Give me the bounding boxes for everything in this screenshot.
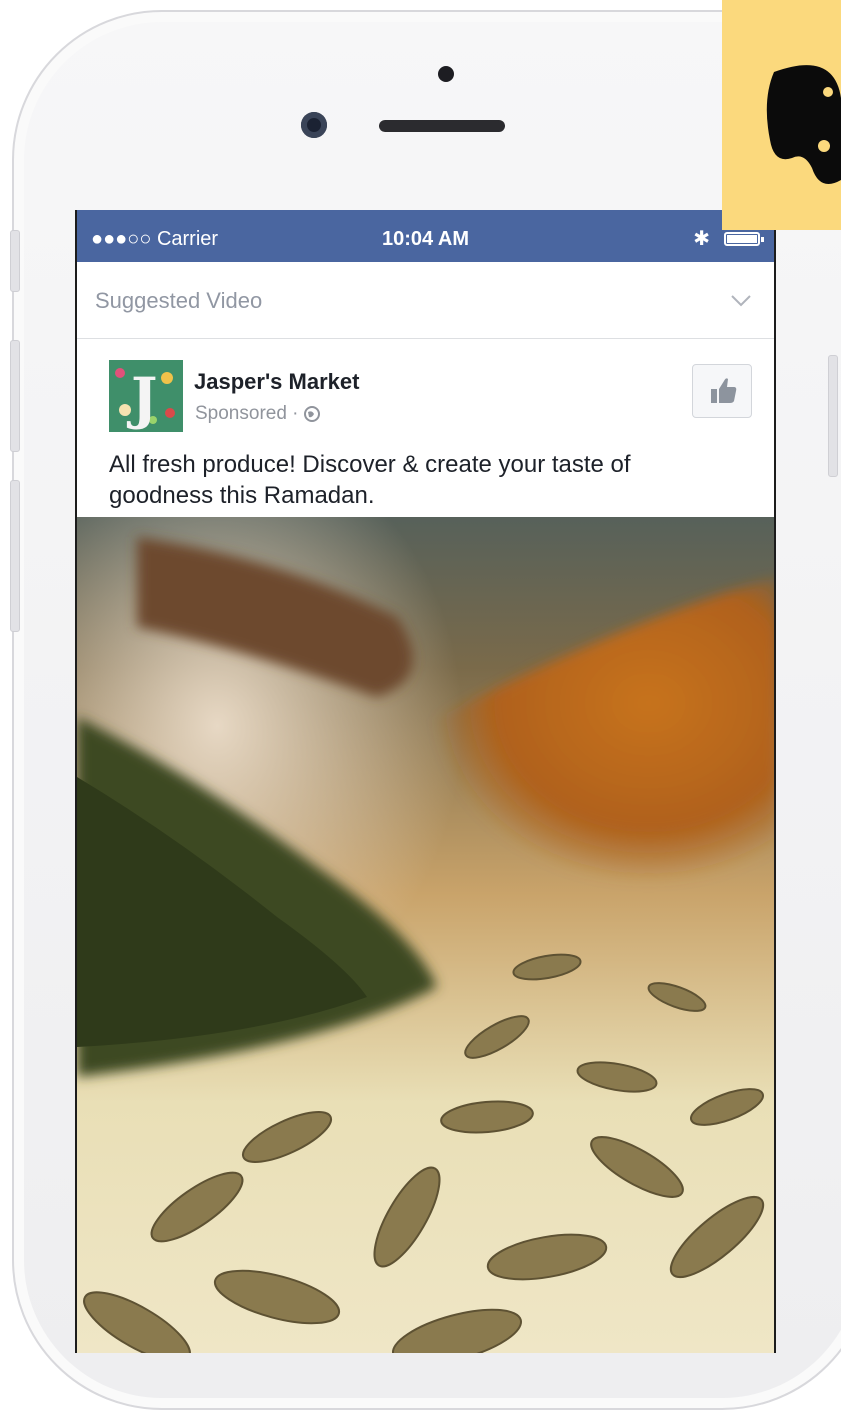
front-camera — [301, 112, 327, 138]
volume-up-button — [10, 340, 20, 452]
status-bar: ●●●○○ Carrier 10:04 AM ✱ — [77, 210, 774, 262]
mute-switch — [10, 230, 20, 292]
palette-icon — [766, 65, 841, 184]
page-name-link[interactable]: Jasper's Market — [194, 369, 359, 395]
power-button — [828, 355, 838, 477]
avatar-logo-letter: J — [131, 366, 158, 432]
proximity-sensor — [438, 66, 454, 82]
sponsored-label: Sponsored · — [195, 403, 320, 428]
phone-screen: ●●●○○ Carrier 10:04 AM ✱ Suggested Video… — [75, 210, 776, 1353]
chevron-down-icon[interactable] — [730, 288, 752, 314]
post-message: All fresh produce! Discover & create you… — [109, 451, 631, 509]
clock: 10:04 AM — [381, 228, 470, 250]
volume-down-button — [10, 480, 20, 632]
page-avatar[interactable]: J — [109, 360, 183, 432]
sponsored-post: J Jasper's Market Sponsored · All fresh … — [77, 339, 774, 517]
sponsored-text: Sponsored · — [195, 403, 304, 424]
bluetooth-icon: ✱ — [693, 228, 710, 250]
thumbs-up-icon — [711, 378, 737, 403]
suggested-video-header[interactable]: Suggested Video — [77, 262, 774, 339]
battery-icon — [724, 232, 764, 246]
corner-badge — [722, 0, 841, 230]
suggested-video-label: Suggested Video — [95, 288, 263, 313]
globe-icon — [303, 406, 320, 428]
spices-photo[interactable] — [77, 517, 774, 1353]
earpiece-speaker — [379, 120, 505, 132]
like-page-button[interactable] — [692, 364, 752, 418]
